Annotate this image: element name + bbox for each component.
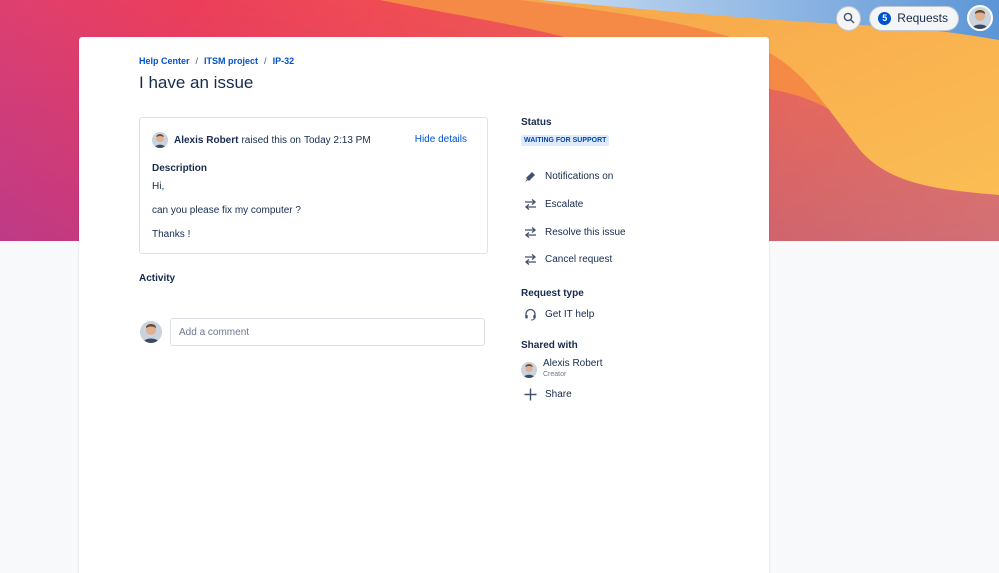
status-heading: Status [521, 117, 552, 128]
requests-count-badge: 5 [878, 11, 892, 25]
status-badge: WAITING FOR SUPPORT [521, 135, 610, 146]
notifications-label: Notifications on [545, 170, 614, 182]
reporter-name: Alexis Robert [174, 134, 239, 146]
breadcrumb-help-center[interactable]: Help Center [139, 56, 190, 66]
share-button[interactable]: Share [523, 387, 572, 401]
cancel-request-action[interactable]: Cancel request [523, 252, 612, 266]
requests-button[interactable]: 5 Requests [869, 5, 959, 31]
hide-details-link[interactable]: Hide details [415, 134, 467, 145]
shared-user: Alexis Robert Creator [521, 358, 602, 378]
share-label: Share [545, 388, 572, 400]
requests-label: Requests [897, 11, 948, 25]
search-button[interactable] [836, 5, 862, 31]
headset-icon [523, 307, 537, 321]
escalate-action[interactable]: Escalate [523, 197, 583, 211]
breadcrumb-separator: / [195, 56, 199, 66]
plus-icon [523, 387, 537, 401]
description-line: Thanks ! [152, 229, 191, 240]
user-photo-icon [521, 362, 537, 378]
resolve-label: Resolve this issue [545, 226, 626, 238]
top-toolbar: 5 Requests [836, 5, 993, 31]
comment-row [140, 318, 485, 346]
comment-input[interactable] [170, 318, 485, 346]
request-type-heading: Request type [521, 288, 584, 299]
shared-user-role: Creator [543, 371, 567, 378]
request-type-row: Get IT help [523, 307, 594, 321]
breadcrumb-issue-key[interactable]: IP-32 [273, 56, 295, 66]
shared-with-heading: Shared with [521, 340, 578, 351]
search-icon [843, 12, 855, 24]
shared-user-avatar [521, 362, 537, 378]
breadcrumb-project[interactable]: ITSM project [204, 56, 258, 66]
issue-details-panel: Alexis Robert raised this on Today 2:13 … [139, 117, 488, 254]
breadcrumb: Help Center / ITSM project / IP-32 [139, 56, 294, 66]
reporter-avatar [152, 132, 168, 148]
cancel-request-label: Cancel request [545, 253, 613, 265]
commenter-avatar [140, 321, 162, 343]
activity-heading: Activity [139, 273, 176, 284]
transition-icon [523, 252, 537, 266]
transition-icon [523, 225, 537, 239]
raised-time: Today 2:13 PM [303, 134, 371, 146]
request-type-value: Get IT help [545, 308, 595, 320]
user-photo-icon [152, 132, 168, 148]
description-line: Hi, [152, 181, 165, 192]
description-line: can you please fix my computer ? [152, 205, 301, 216]
shared-user-info: Alexis Robert Creator [543, 358, 602, 378]
shared-user-name: Alexis Robert [543, 358, 603, 369]
notifications-action[interactable]: Notifications on [523, 169, 613, 183]
breadcrumb-separator: / [264, 56, 267, 66]
resolve-action[interactable]: Resolve this issue [523, 225, 626, 239]
raised-text: raised this on [241, 134, 301, 146]
page-title: I have an issue [139, 73, 254, 92]
profile-avatar[interactable] [967, 5, 993, 31]
user-photo-icon [140, 321, 162, 343]
description-heading: Description [152, 163, 208, 174]
user-photo-icon [969, 7, 991, 29]
escalate-label: Escalate [545, 198, 584, 210]
transition-icon [523, 197, 537, 211]
megaphone-icon [523, 169, 537, 183]
request-card: Help Center / ITSM project / IP-32 I hav… [79, 37, 769, 573]
